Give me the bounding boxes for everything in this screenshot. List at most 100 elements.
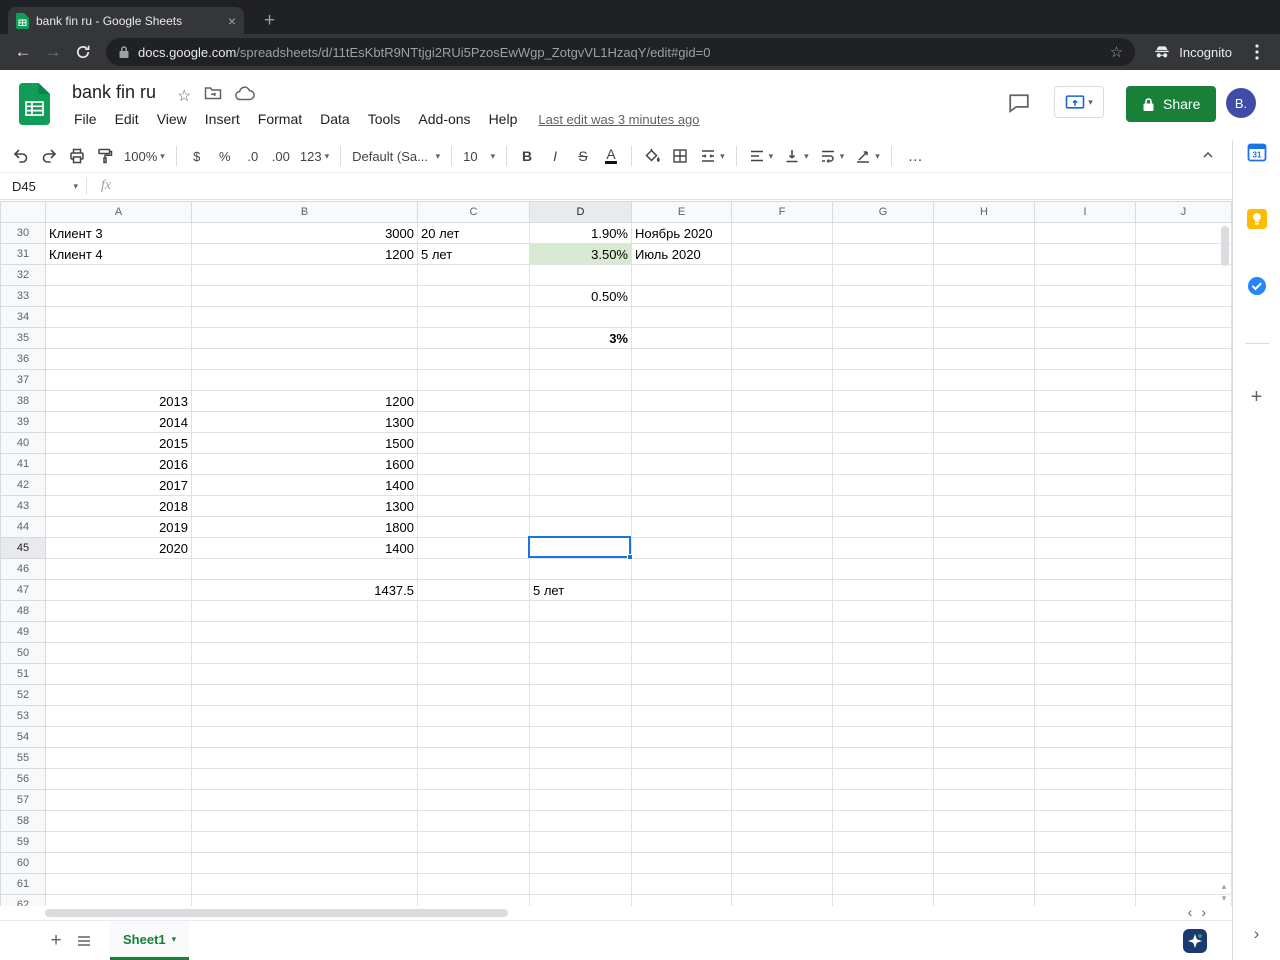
cell-C37[interactable] [417,369,530,391]
cell-E57[interactable] [631,789,732,811]
column-header-C[interactable]: C [417,201,530,223]
cell-I31[interactable] [1034,243,1136,265]
row-header-55[interactable]: 55 [0,747,46,769]
cell-E32[interactable] [631,264,732,286]
row-header-47[interactable]: 47 [0,579,46,601]
cell-B46[interactable] [191,558,418,580]
font-size-select[interactable]: 10 ▾ [459,144,499,168]
row-header-51[interactable]: 51 [0,663,46,685]
text-color-button[interactable]: A [598,144,624,168]
cell-J33[interactable] [1135,285,1232,307]
cell-C58[interactable] [417,810,530,832]
cell-F44[interactable] [731,516,833,538]
cell-A39[interactable]: 2014 [45,411,192,433]
cell-F55[interactable] [731,747,833,769]
cell-E40[interactable] [631,432,732,454]
cell-E54[interactable] [631,726,732,748]
cell-D61[interactable] [529,873,632,895]
cell-H54[interactable] [933,726,1035,748]
cell-G44[interactable] [832,516,934,538]
cell-D34[interactable] [529,306,632,328]
address-bar[interactable]: docs.google.com/spreadsheets/d/11tEsKbtR… [106,38,1136,66]
cell-D43[interactable] [529,495,632,517]
cell-H45[interactable] [933,537,1035,559]
scroll-left-icon[interactable]: ‹ [1188,904,1193,920]
cell-I41[interactable] [1034,453,1136,475]
cell-A48[interactable] [45,600,192,622]
cell-G30[interactable] [832,222,934,244]
cell-D60[interactable] [529,852,632,874]
cell-H56[interactable] [933,768,1035,790]
cell-C45[interactable] [417,537,530,559]
cell-G38[interactable] [832,390,934,412]
cell-E47[interactable] [631,579,732,601]
cell-E48[interactable] [631,600,732,622]
text-rotation-button[interactable]: ▾ [850,144,884,168]
cell-J41[interactable] [1135,453,1232,475]
cell-H39[interactable] [933,411,1035,433]
cell-E51[interactable] [631,663,732,685]
cell-F47[interactable] [731,579,833,601]
cell-I50[interactable] [1034,642,1136,664]
cell-J39[interactable] [1135,411,1232,433]
scroll-right-icon[interactable]: › [1201,904,1206,920]
comments-button[interactable] [1006,90,1032,116]
cell-A45[interactable]: 2020 [45,537,192,559]
cell-G49[interactable] [832,621,934,643]
cell-I46[interactable] [1034,558,1136,580]
cell-F48[interactable] [731,600,833,622]
row-header-61[interactable]: 61 [0,873,46,895]
cell-D56[interactable] [529,768,632,790]
cell-C39[interactable] [417,411,530,433]
cell-F59[interactable] [731,831,833,853]
cell-G59[interactable] [832,831,934,853]
document-title[interactable]: bank fin ru [72,82,156,103]
font-select[interactable]: Default (Sa... ▾ [348,144,444,168]
cell-B45[interactable]: 1400 [191,537,418,559]
cell-G47[interactable] [832,579,934,601]
cell-J45[interactable] [1135,537,1232,559]
cell-G34[interactable] [832,306,934,328]
cell-H30[interactable] [933,222,1035,244]
cell-H62[interactable] [933,894,1035,906]
cell-I56[interactable] [1034,768,1136,790]
cell-G53[interactable] [832,705,934,727]
text-wrap-button[interactable]: ▾ [815,144,849,168]
cell-D33[interactable]: 0.50% [529,285,632,307]
cell-A49[interactable] [45,621,192,643]
cell-E50[interactable] [631,642,732,664]
cell-D48[interactable] [529,600,632,622]
cell-F54[interactable] [731,726,833,748]
cell-G61[interactable] [832,873,934,895]
menu-addons[interactable]: Add-ons [409,108,479,130]
cell-I30[interactable] [1034,222,1136,244]
row-header-58[interactable]: 58 [0,810,46,832]
cell-C34[interactable] [417,306,530,328]
add-addon-button[interactable]: + [1251,386,1263,409]
cell-J60[interactable] [1135,852,1232,874]
cell-E58[interactable] [631,810,732,832]
cell-E42[interactable] [631,474,732,496]
reload-icon[interactable] [68,37,98,67]
cell-H40[interactable] [933,432,1035,454]
cell-G56[interactable] [832,768,934,790]
cell-F60[interactable] [731,852,833,874]
row-header-36[interactable]: 36 [0,348,46,370]
calendar-icon[interactable]: 31 [1247,142,1267,167]
menu-help[interactable]: Help [480,108,527,130]
cell-I55[interactable] [1034,747,1136,769]
cell-A56[interactable] [45,768,192,790]
cell-I32[interactable] [1034,264,1136,286]
cell-I42[interactable] [1034,474,1136,496]
cell-B58[interactable] [191,810,418,832]
cell-E60[interactable] [631,852,732,874]
cell-C49[interactable] [417,621,530,643]
cell-J34[interactable] [1135,306,1232,328]
cell-D51[interactable] [529,663,632,685]
cell-E43[interactable] [631,495,732,517]
cell-B35[interactable] [191,327,418,349]
cell-J57[interactable] [1135,789,1232,811]
cell-D59[interactable] [529,831,632,853]
cell-I52[interactable] [1034,684,1136,706]
cell-J36[interactable] [1135,348,1232,370]
